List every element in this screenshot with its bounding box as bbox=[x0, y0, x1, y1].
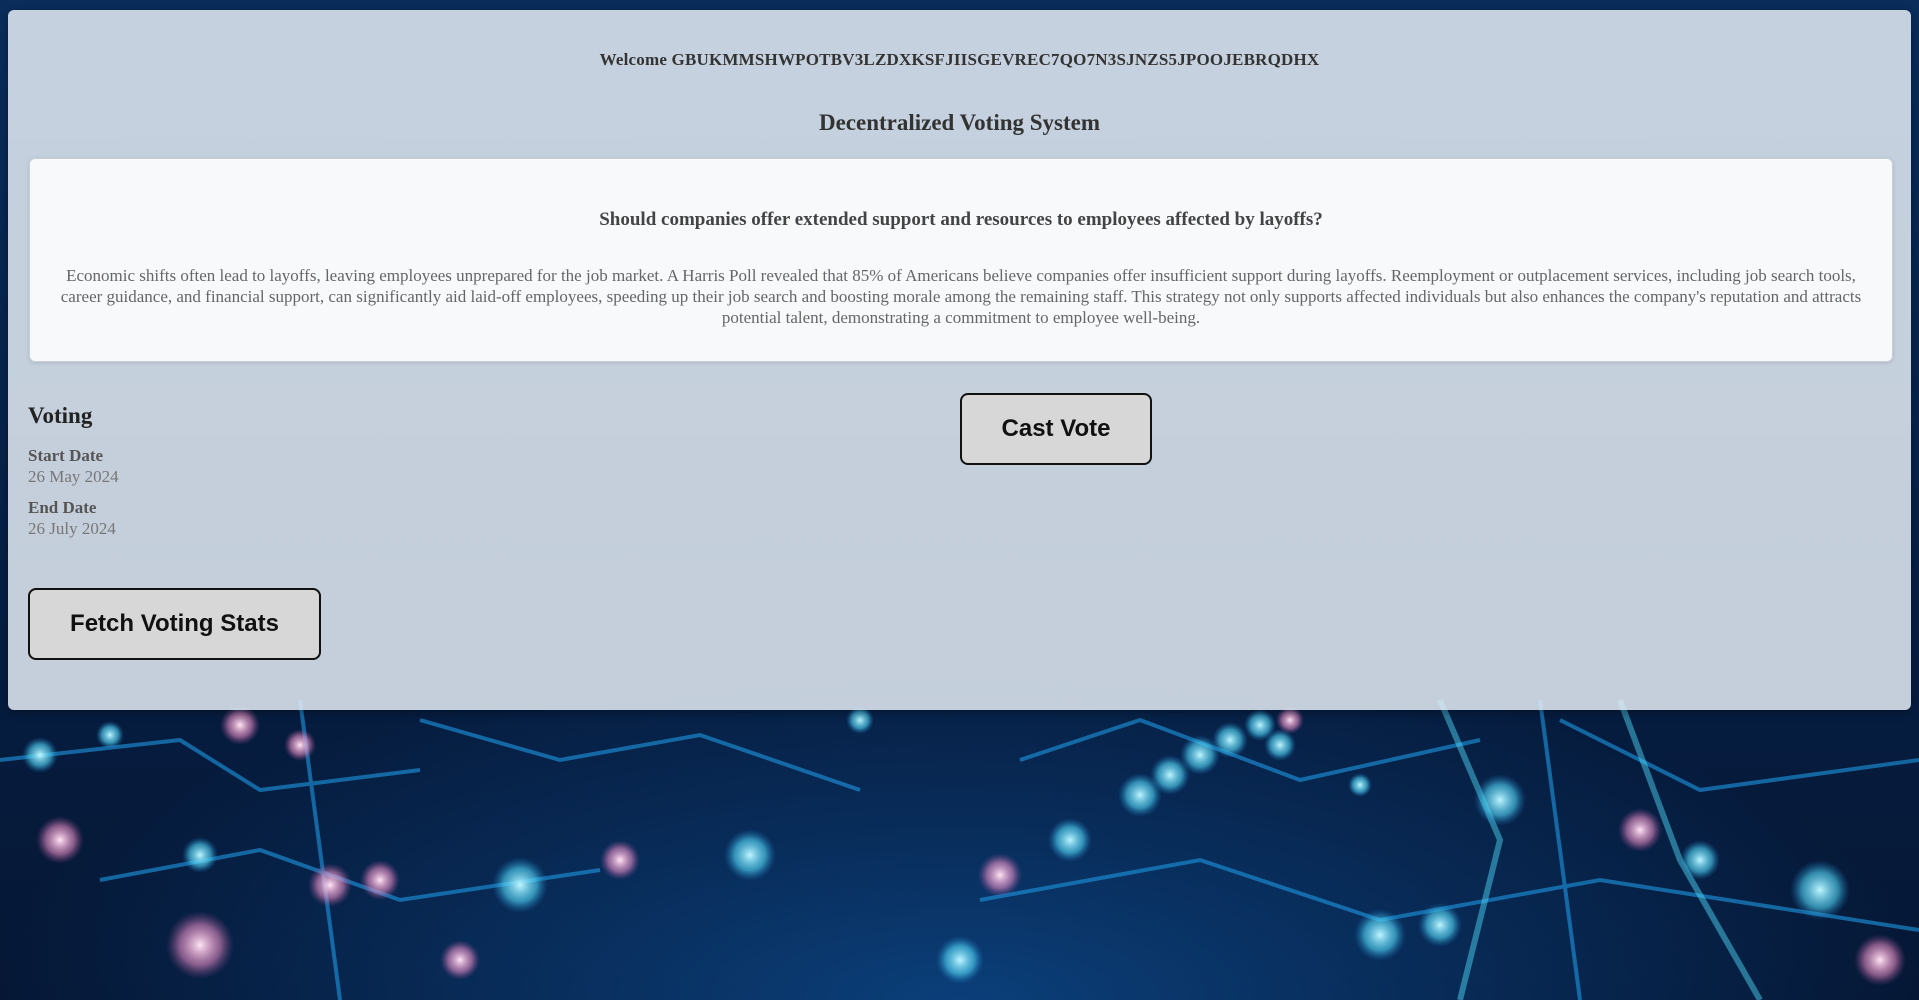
voting-info: Voting Start Date 26 May 2024 End Date 2… bbox=[28, 403, 328, 549]
welcome-message: Welcome GBUKMMSHWPOTBV3LZDXKSFJIISGEVREC… bbox=[599, 50, 1320, 69]
proposal-question: Should companies offer extended support … bbox=[599, 209, 1323, 230]
end-date-label: End Date bbox=[28, 498, 97, 517]
start-date-value: 26 May 2024 bbox=[28, 467, 119, 486]
page-title: Decentralized Voting System bbox=[818, 110, 1101, 135]
cast-vote-button[interactable]: Cast Vote bbox=[960, 393, 1152, 465]
start-date-label: Start Date bbox=[28, 446, 104, 465]
end-date-value: 26 July 2024 bbox=[28, 519, 116, 538]
fetch-voting-stats-button[interactable]: Fetch Voting Stats bbox=[28, 588, 321, 660]
main-panel: Welcome GBUKMMSHWPOTBV3LZDXKSFJIISGEVREC… bbox=[8, 10, 1911, 710]
proposal-description: Economic shifts often lead to layoffs, l… bbox=[60, 266, 1862, 327]
voting-heading: Voting bbox=[28, 403, 93, 428]
proposal-card: Should companies offer extended support … bbox=[29, 158, 1893, 362]
